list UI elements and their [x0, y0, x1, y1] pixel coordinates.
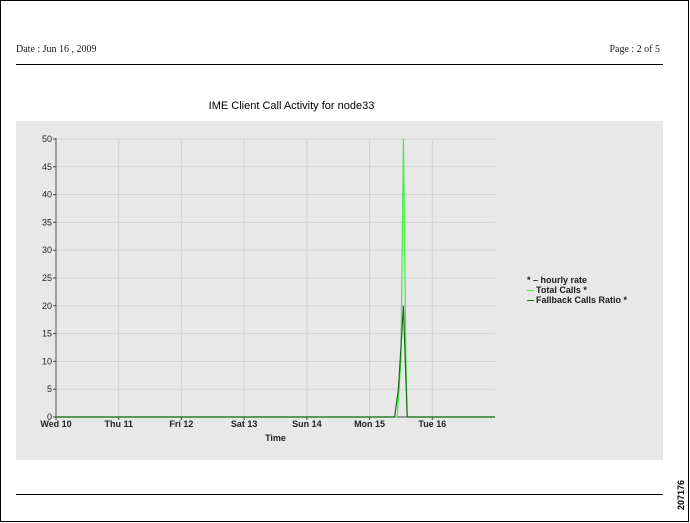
- y-tick-label: 35: [42, 217, 52, 227]
- y-tick-label: 15: [42, 329, 52, 339]
- x-tick-label: Tue 16: [418, 419, 446, 429]
- y-tick-label: 50: [42, 134, 52, 144]
- footer-rule: [16, 494, 663, 495]
- legend-item-fallback-ratio: Fallback Calls Ratio *: [527, 295, 627, 305]
- y-tick-label: 20: [42, 301, 52, 311]
- y-tick-label: 10: [42, 356, 52, 366]
- x-tick-label: Sat 13: [231, 419, 258, 429]
- legend-swatch-fallback-ratio: [527, 300, 534, 302]
- y-tick-label: 5: [47, 384, 52, 394]
- x-axis-title: Time: [265, 433, 286, 443]
- x-tick-label: Fri 12: [169, 419, 193, 429]
- x-tick-label: Mon 15: [354, 419, 385, 429]
- y-tick-label: 30: [42, 245, 52, 255]
- x-tick-label: Wed 10: [40, 419, 71, 429]
- figure-id: 207176: [676, 479, 686, 510]
- call-activity-chart: 05101520253035404550Wed 10 Thu 11 Fri 12 Sa…: [40, 134, 495, 443]
- x-tick-label: Sun 14: [292, 419, 322, 429]
- legend-item-total-calls: Total Calls *: [527, 285, 627, 295]
- legend-label-fallback-ratio: Fallback Calls Ratio *: [536, 295, 628, 305]
- y-tick-label: 25: [42, 273, 52, 283]
- y-tick-label: 45: [42, 162, 52, 172]
- legend-swatch-total-calls: [527, 290, 534, 292]
- x-tick-label: Thu 11: [104, 419, 133, 429]
- legend-label-total-calls: Total Calls *: [536, 285, 587, 295]
- chart-legend: * – hourly rate Total Calls * Fallback C…: [527, 275, 627, 305]
- legend-note: * – hourly rate: [527, 275, 588, 285]
- y-tick-label: 40: [42, 190, 52, 200]
